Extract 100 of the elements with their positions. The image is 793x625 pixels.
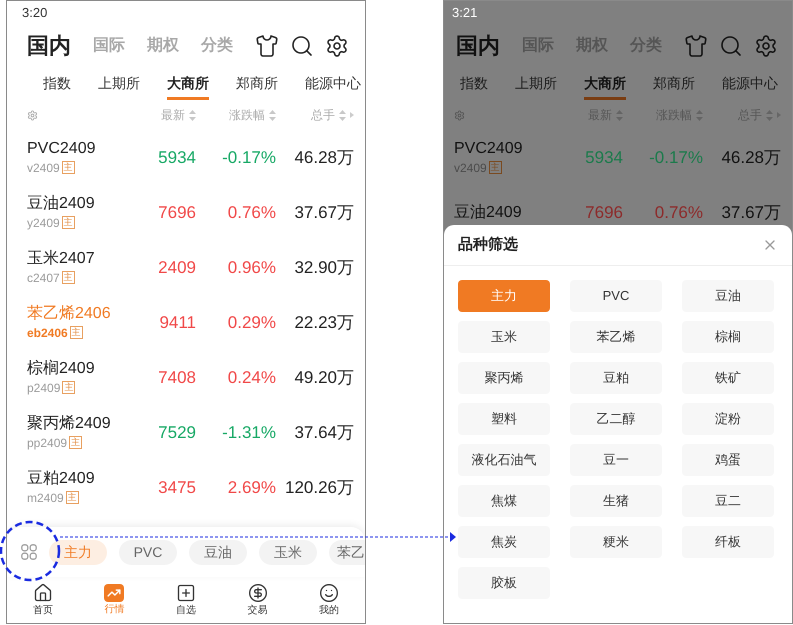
- house-icon: [32, 583, 53, 603]
- exchange-tab[interactable]: 能源中心: [305, 66, 361, 100]
- variety-option[interactable]: PVC: [570, 280, 662, 312]
- exchange-tab[interactable]: 郑商所: [653, 66, 695, 100]
- sort-icon[interactable]: [269, 110, 276, 120]
- exchange-tab[interactable]: 指数: [43, 66, 71, 100]
- change-percent: 2.69%: [226, 476, 276, 499]
- sort-icon[interactable]: [766, 110, 773, 120]
- volume: 49.20万: [293, 366, 354, 389]
- filter-chip[interactable]: 苯乙: [329, 540, 365, 564]
- smiley-icon: [319, 583, 340, 603]
- main-badge: 主: [62, 216, 75, 229]
- variety-option[interactable]: 豆油: [682, 280, 774, 312]
- contract-name: 玉米2407: [27, 248, 96, 268]
- exchange-tab[interactable]: 指数: [460, 66, 488, 100]
- quote-row[interactable]: 聚丙烯2409 pp2409 主 7529 -1.31% 37.64万: [7, 405, 365, 460]
- variety-option[interactable]: 苯乙烯: [570, 321, 662, 353]
- quote-row[interactable]: 豆粕2409 m2409 主 3475 2.69% 120.26万: [7, 460, 365, 515]
- settings-icon[interactable]: [325, 34, 349, 58]
- contract-code: p2409: [27, 380, 60, 396]
- variety-option[interactable]: 豆一: [570, 444, 662, 476]
- sort-icon[interactable]: [189, 110, 196, 120]
- contract-name: PVC2409: [454, 138, 524, 158]
- variety-option[interactable]: 生猪: [570, 485, 662, 517]
- variety-option[interactable]: 铁矿: [682, 362, 774, 394]
- main-badge: 主: [62, 161, 75, 174]
- nav-tab[interactable]: 自选: [176, 583, 196, 617]
- search-icon[interactable]: [290, 34, 314, 58]
- contract-name: PVC2409: [27, 138, 96, 158]
- change-percent: -0.17%: [221, 146, 276, 169]
- change-percent: -0.17%: [648, 146, 703, 169]
- chart-icon: [104, 584, 124, 602]
- exchange-tab[interactable]: 上期所: [98, 66, 140, 100]
- grid-icon[interactable]: [21, 542, 37, 562]
- volume: 46.28万: [293, 146, 354, 169]
- exchange-tab[interactable]: 大商所: [584, 66, 626, 100]
- filter-chip[interactable]: 玉米: [259, 540, 317, 564]
- exchange-tab[interactable]: 郑商所: [236, 66, 278, 100]
- filter-chip[interactable]: 豆油: [189, 540, 247, 564]
- nav-tab[interactable]: 我的: [319, 583, 340, 617]
- contract-code: c2407: [27, 270, 60, 286]
- top-tab[interactable]: 国内: [27, 29, 71, 62]
- variety-option[interactable]: 豆粕: [570, 362, 662, 394]
- sort-icon[interactable]: [616, 110, 623, 120]
- variety-option[interactable]: 焦炭: [458, 526, 550, 558]
- variety-option[interactable]: 乙二醇: [570, 403, 662, 435]
- top-tab[interactable]: 国内: [456, 29, 500, 62]
- exchange-tab[interactable]: 能源中心: [722, 66, 778, 100]
- variety-option[interactable]: 玉米: [458, 321, 550, 353]
- last-price: 7696: [157, 202, 196, 224]
- volume: 120.26万: [284, 476, 354, 499]
- plus-box-icon: [176, 583, 196, 603]
- contract-code: eb2406: [27, 324, 68, 342]
- exchange-tab[interactable]: 大商所: [167, 66, 209, 100]
- sort-icon[interactable]: [339, 110, 346, 120]
- last-price: 2409: [157, 256, 196, 279]
- contract-name: 豆粕2409: [27, 468, 96, 488]
- shirt-icon[interactable]: [255, 34, 279, 58]
- contract-name: 聚丙烯2409: [27, 414, 112, 434]
- variety-option[interactable]: 液化石油气: [458, 444, 550, 476]
- nav-tab[interactable]: 首页: [32, 583, 53, 617]
- quote-row[interactable]: 豆油2409 y2409 主 7696 0.76% 37.67万: [7, 185, 365, 240]
- caret-icon: [350, 112, 354, 118]
- volume: 37.67万: [293, 202, 354, 224]
- exchange-tab[interactable]: 上期所: [515, 66, 557, 100]
- variety-option[interactable]: 聚丙烯: [458, 362, 550, 394]
- main-badge: 主: [62, 381, 76, 394]
- contract-name: 苯乙烯2406: [27, 304, 112, 324]
- volume: 46.28万: [720, 146, 781, 169]
- variety-option[interactable]: 豆二: [682, 485, 774, 517]
- variety-option[interactable]: 塑料: [458, 403, 550, 435]
- quote-row[interactable]: 棕榈2409 p2409 主 7408 0.24% 49.20万: [7, 350, 365, 405]
- contract-name: 豆油2409: [454, 202, 523, 222]
- quote-row[interactable]: PVC2409 v2409 主 5934 -0.17% 46.28万: [7, 130, 365, 185]
- sort-icon[interactable]: [696, 110, 703, 120]
- volume: 22.23万: [293, 312, 354, 334]
- quote-row[interactable]: 玉米2407 c2407 主 2409 0.96% 32.90万: [7, 240, 365, 295]
- contract-code: v2409: [27, 160, 60, 176]
- variety-option[interactable]: 胶板: [458, 567, 550, 599]
- change-percent: 0.29%: [226, 312, 276, 334]
- nav-tab[interactable]: 交易: [248, 583, 268, 617]
- contract-name: 豆油2409: [27, 194, 96, 214]
- variety-option[interactable]: 粳米: [570, 526, 662, 558]
- last-price: 9411: [158, 312, 196, 334]
- variety-option[interactable]: 淀粉: [682, 403, 774, 435]
- filter-chip[interactable]: PVC: [119, 540, 177, 564]
- last-price: 7529: [157, 422, 196, 444]
- last-price: 3475: [157, 476, 196, 499]
- change-percent: 0.24%: [226, 366, 276, 389]
- last-price: 5934: [584, 146, 623, 169]
- variety-option[interactable]: 焦煤: [458, 485, 550, 517]
- quote-row[interactable]: 苯乙烯2406 eb2406 主 9411 0.29% 22.23万: [7, 295, 365, 350]
- variety-option[interactable]: 鸡蛋: [682, 444, 774, 476]
- volume: 37.64万: [293, 422, 354, 444]
- variety-option[interactable]: 纤板: [682, 526, 774, 558]
- status-time: 3:21: [452, 4, 478, 22]
- coin-icon: [248, 583, 268, 603]
- variety-option[interactable]: 棕榈: [682, 321, 774, 353]
- volume: 32.90万: [293, 256, 354, 279]
- main-badge: 主: [70, 326, 83, 339]
